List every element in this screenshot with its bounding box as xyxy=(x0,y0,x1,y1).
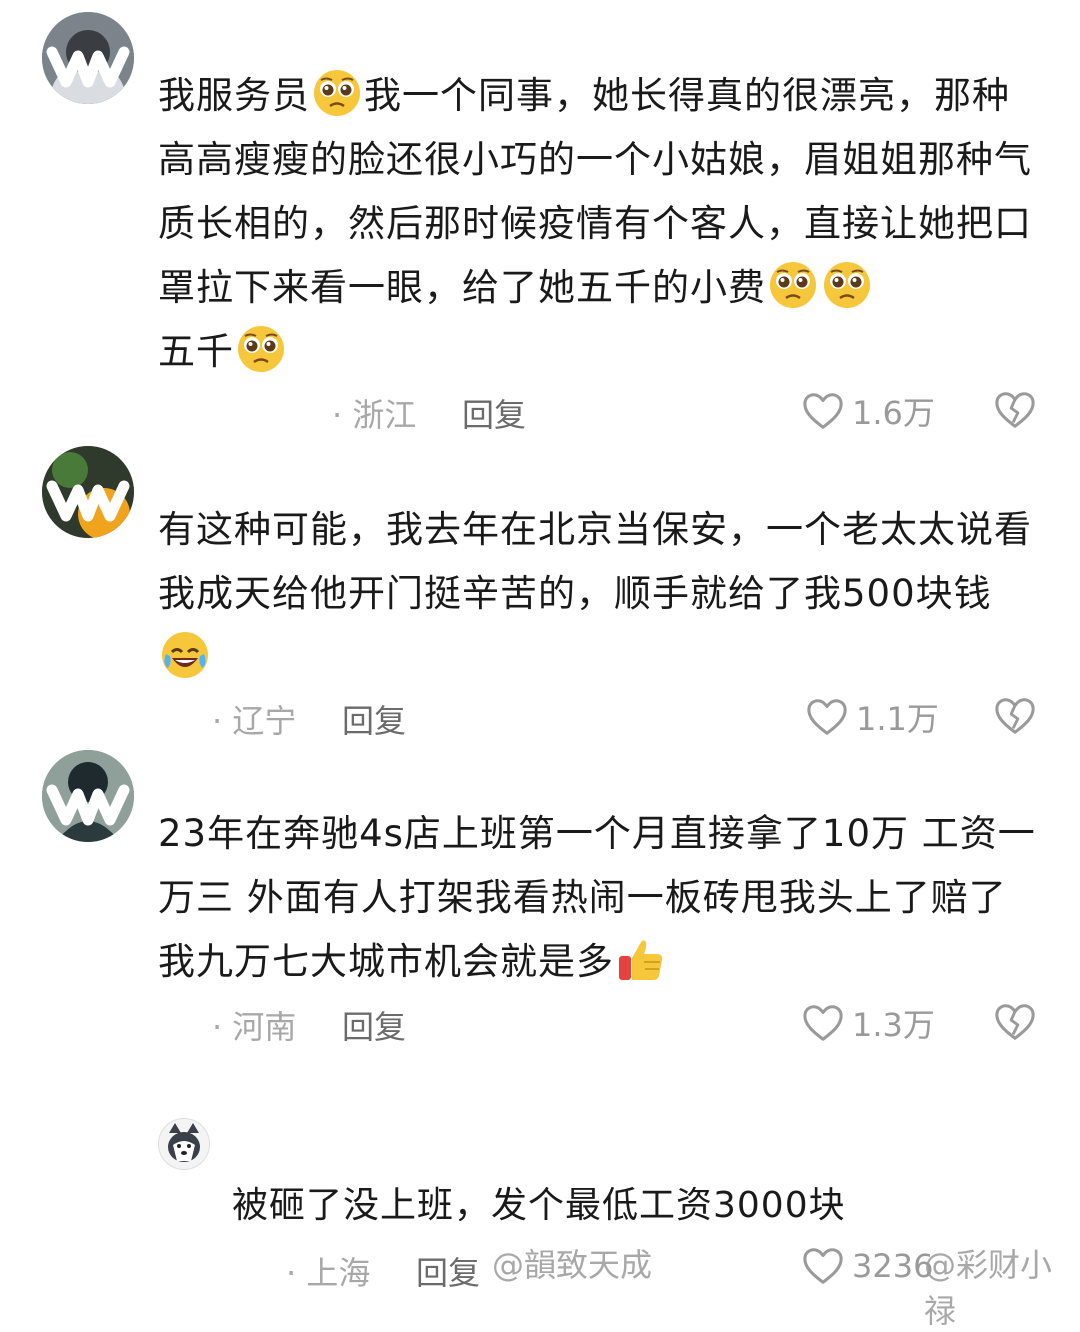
reply-button[interactable]: 回复 xyxy=(416,1248,480,1294)
like-button[interactable]: 1.3万 xyxy=(802,1000,935,1046)
avatar-image xyxy=(42,446,134,538)
heart-outline-icon xyxy=(802,391,844,431)
location-label: · 浙江 xyxy=(332,396,417,434)
broken-heart-icon[interactable] xyxy=(994,390,1036,430)
comment-text: 有这种可能，我去年在北京当保安，一个老太太说看我成天给他开门挺辛苦的，顺手就给了… xyxy=(158,498,1038,690)
avatar[interactable] xyxy=(42,446,134,538)
reply-text: 被砸了没上班，发个最低工资3000块 xyxy=(232,1185,846,1226)
comment-text-body: 有这种可能，我去年在北京当保安，一个老太太说看我成天给他开门挺辛苦的，顺手就给了… xyxy=(158,508,1032,615)
husky-avatar-image xyxy=(159,1119,209,1169)
comment-text: 我服务员 我一个同事，她长得真的很漂亮，那种高高瘦瘦的脸还很小巧的一个小姑娘，眉姐… xyxy=(158,64,1038,384)
heart-outline-icon xyxy=(802,1003,844,1043)
comment-text-start: 我服务员 xyxy=(158,74,310,117)
reply-button[interactable]: 回复 xyxy=(342,1002,406,1048)
thumbs-up-emoji xyxy=(616,934,666,984)
heart-outline-icon xyxy=(802,1246,844,1286)
rofl-emoji xyxy=(160,630,210,680)
comment-text-body: 23年在奔驰4s店上班第一个月直接拿了10万 工资一万三 外面有人打架我看热闹一… xyxy=(158,812,1036,983)
avatar[interactable] xyxy=(42,750,134,842)
avatar[interactable] xyxy=(42,12,134,104)
pleading-face-emoji xyxy=(768,260,818,310)
reply-button[interactable]: 回复 xyxy=(462,390,526,436)
location-label: · 辽宁 xyxy=(212,702,297,740)
like-count: 3236 xyxy=(852,1247,934,1285)
broken-heart-icon[interactable] xyxy=(994,696,1036,736)
like-count: 1.6万 xyxy=(852,394,935,432)
location-label: · 上海 xyxy=(286,1254,371,1292)
broken-heart-icon[interactable] xyxy=(994,1002,1036,1042)
like-count: 1.3万 xyxy=(852,1006,935,1044)
like-button[interactable]: 3236 xyxy=(802,1246,933,1286)
pleading-face-emoji xyxy=(312,68,362,118)
avatar[interactable] xyxy=(158,1118,210,1170)
heart-outline-icon xyxy=(806,697,848,737)
watermark-left: @韻致天成 xyxy=(492,1246,653,1284)
avatar-image xyxy=(42,750,134,842)
pleading-face-emoji xyxy=(236,324,286,374)
like-button[interactable]: 1.1万 xyxy=(806,694,939,740)
like-count: 1.1万 xyxy=(856,700,939,738)
reply-button[interactable]: 回复 xyxy=(342,696,406,742)
watermark-right: @彩财小禄 xyxy=(924,1246,1053,1330)
like-button[interactable]: 1.6万 xyxy=(802,388,935,434)
comment-text-end: 五千 xyxy=(158,330,234,373)
avatar-image xyxy=(42,12,134,104)
comment-text: 23年在奔驰4s店上班第一个月直接拿了10万 工资一万三 外面有人打架我看热闹一… xyxy=(158,802,1038,994)
location-label: · 河南 xyxy=(212,1008,297,1046)
pleading-face-emoji xyxy=(822,260,872,310)
